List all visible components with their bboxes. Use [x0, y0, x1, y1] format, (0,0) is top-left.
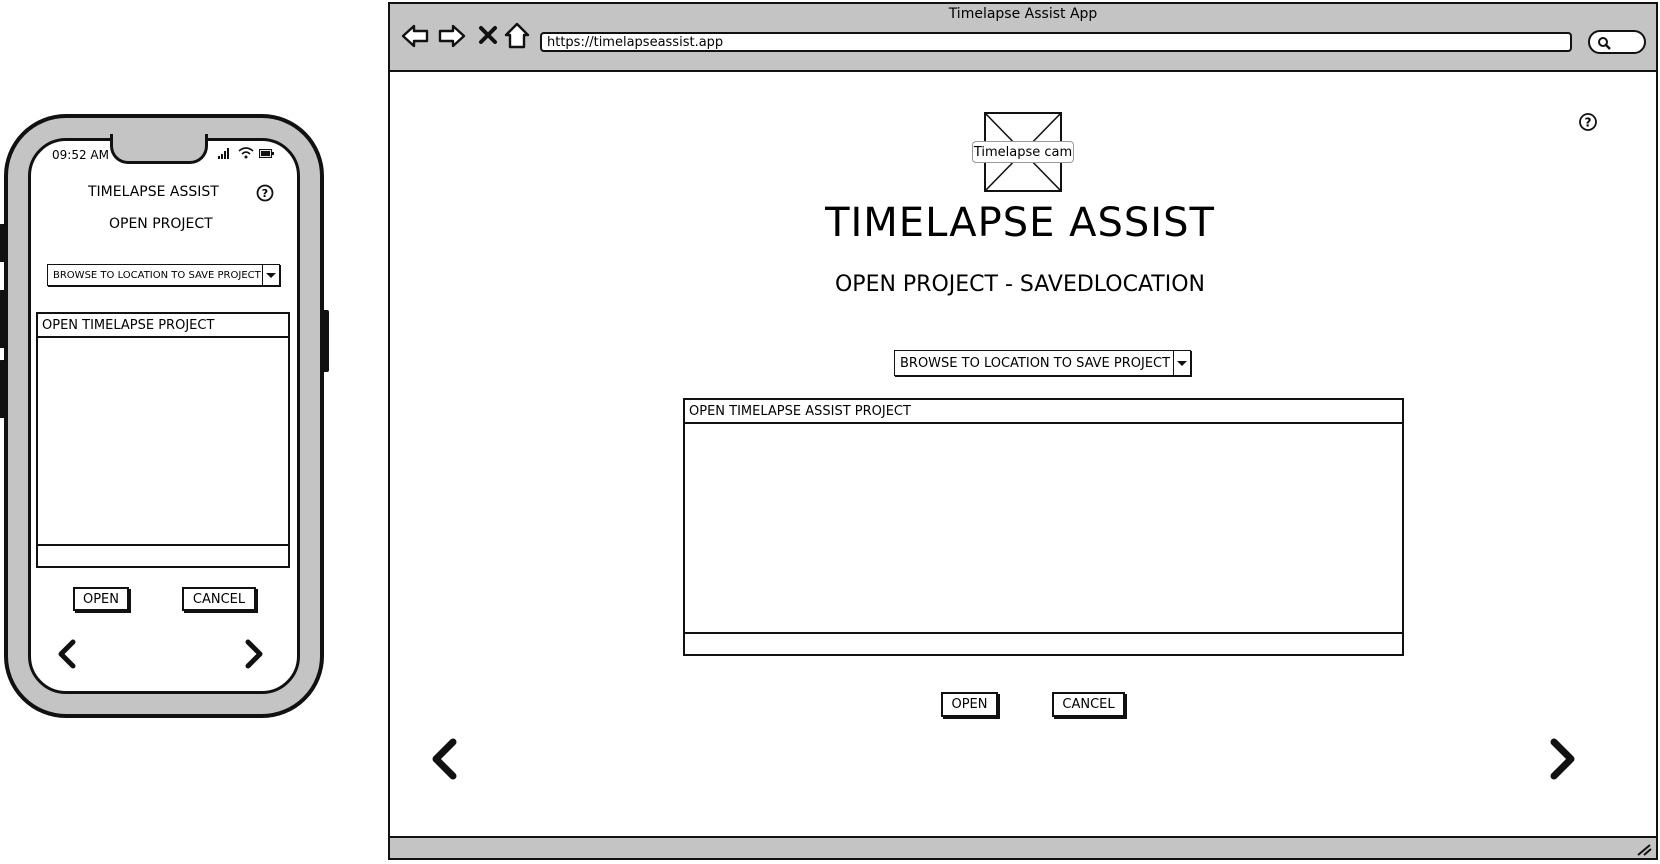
- browser-status-bar: [390, 836, 1656, 858]
- panel-header: OPEN TIMELAPSE ASSIST PROJECT: [685, 400, 1402, 424]
- chevron-down-icon[interactable]: [262, 265, 279, 285]
- svg-text:?: ?: [1585, 116, 1592, 130]
- chevron-right-icon[interactable]: [1547, 736, 1579, 782]
- search-icon: [1598, 37, 1611, 50]
- phone-app-title: TIMELAPSE ASSIST: [88, 184, 219, 200]
- phone-side-button: [0, 360, 6, 418]
- chevron-left-icon[interactable]: [56, 638, 78, 670]
- home-icon[interactable]: [503, 21, 531, 51]
- browser-window-title: Timelapse Assist App: [948, 6, 1098, 22]
- help-circle-icon[interactable]: ?: [256, 184, 274, 202]
- phone-side-button: [0, 290, 6, 348]
- wifi-icon: [238, 147, 254, 159]
- battery-icon: [259, 149, 274, 158]
- signal-icon: [218, 147, 232, 159]
- help-circle-icon[interactable]: ?: [1578, 112, 1598, 132]
- open-button[interactable]: OPEN: [941, 692, 998, 717]
- chevron-down-icon[interactable]: [1173, 351, 1190, 375]
- project-list[interactable]: [685, 424, 1402, 632]
- phone-screen-title: OPEN PROJECT: [109, 216, 213, 232]
- page-subtitle: OPEN PROJECT - SAVEDLOCATION: [834, 272, 1205, 297]
- resize-grip-icon[interactable]: [1636, 842, 1652, 856]
- panel-footer: [38, 544, 288, 566]
- status-time: 09:52 AM: [52, 148, 109, 162]
- browser-search-field[interactable]: [1588, 30, 1646, 54]
- cancel-button[interactable]: CANCEL: [1052, 692, 1125, 717]
- svg-text:?: ?: [262, 187, 268, 200]
- open-project-panel: OPEN TIMELAPSE PROJECT: [36, 312, 290, 568]
- logo-caption: Timelapse cam: [972, 141, 1074, 163]
- panel-footer: [685, 632, 1402, 654]
- back-arrow-icon[interactable]: [400, 22, 430, 50]
- chevron-left-icon[interactable]: [428, 736, 460, 782]
- page-title: TIMELAPSE ASSIST: [825, 200, 1215, 246]
- close-x-icon[interactable]: [477, 24, 499, 46]
- browse-location-dropdown[interactable]: BROWSE TO LOCATION TO SAVE PROJECT: [47, 264, 280, 286]
- chevron-right-icon[interactable]: [243, 638, 265, 670]
- cancel-button[interactable]: CANCEL: [182, 587, 256, 611]
- panel-header: OPEN TIMELAPSE PROJECT: [38, 314, 288, 338]
- open-button[interactable]: OPEN: [73, 587, 129, 611]
- phone-side-button: [0, 224, 6, 262]
- browse-location-dropdown[interactable]: BROWSE TO LOCATION TO SAVE PROJECT: [894, 350, 1191, 376]
- open-project-panel: OPEN TIMELAPSE ASSIST PROJECT: [683, 398, 1404, 656]
- url-bar[interactable]: https://timelapseassist.app: [540, 32, 1572, 52]
- dropdown-label: BROWSE TO LOCATION TO SAVE PROJECT: [900, 355, 1171, 371]
- phone-notch: [110, 134, 208, 164]
- phone-side-button: [322, 310, 329, 372]
- forward-arrow-icon[interactable]: [437, 22, 467, 50]
- project-list[interactable]: [38, 338, 288, 544]
- dropdown-label: BROWSE TO LOCATION TO SAVE PROJECT: [53, 269, 261, 281]
